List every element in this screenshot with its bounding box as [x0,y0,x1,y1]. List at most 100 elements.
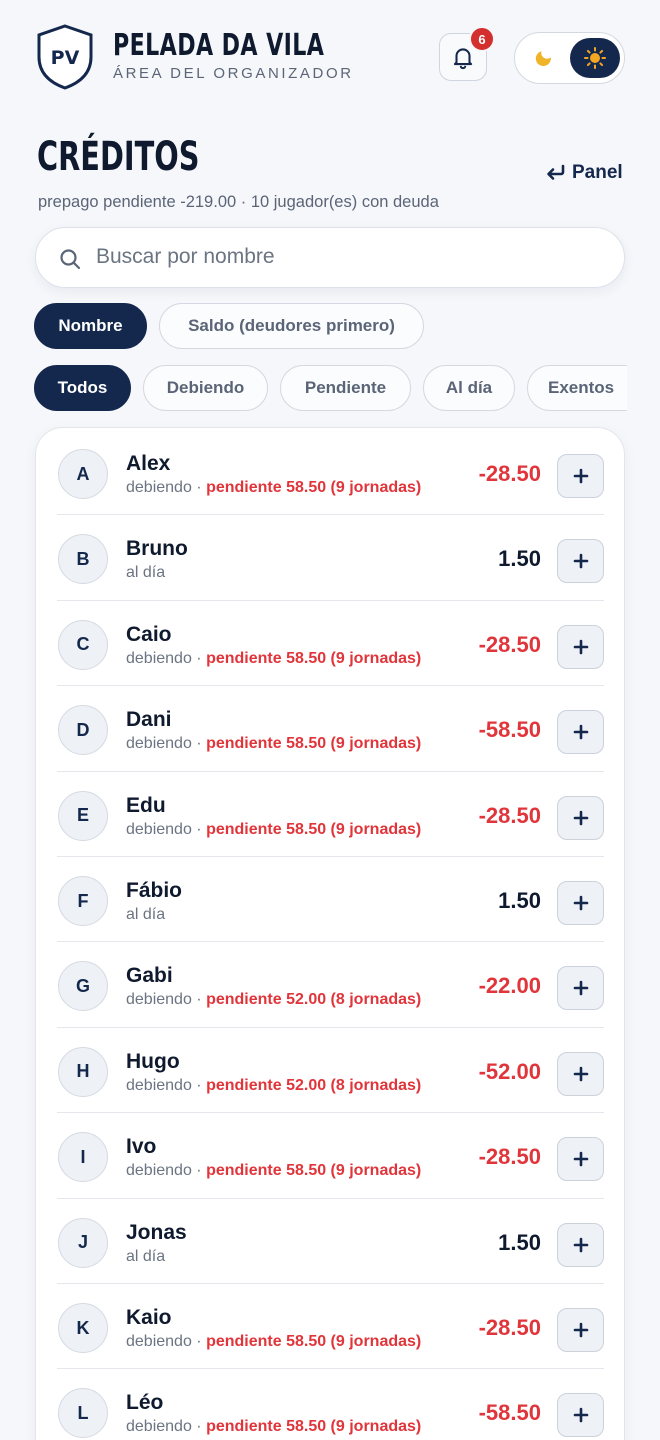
status-label: al día [126,564,166,582]
add-credit-button[interactable] [557,1051,604,1096]
add-credit-button[interactable] [557,624,604,669]
search-icon [60,249,81,270]
add-credit-button[interactable] [557,539,604,584]
player-row[interactable]: C Caio debiendo · pendiente 58.50 (9 jorna… [57,601,604,687]
add-credit-button[interactable] [557,881,604,925]
filter-all-chip[interactable]: Todos [34,365,131,411]
player-balance: 1.50 [498,888,541,913]
player-name: Kaio [126,1306,172,1329]
search-box[interactable] [35,227,625,288]
filter-pending-chip[interactable]: Pendiente [280,365,411,411]
chip-label: Pendiente [304,378,387,397]
chip-label: Nombre [58,316,123,335]
player-row[interactable]: I Ivo debiendo · pendiente 58.50 (9 jornad… [57,1113,604,1199]
pending-amount: pendiente 52.00 (8 jornadas) [206,991,422,1009]
player-row[interactable]: F Fábio al día 1.50 [57,857,604,943]
player-balance: 1.50 [498,546,541,572]
debt-summary: prepago pendiente -219.00 · 10 jugador(e… [38,193,439,211]
player-row[interactable]: D Dani debiendo · pendiente 58.50 (9 jorna… [57,686,604,772]
player-status: debiendo · pendiente 52.00 (8 jornadas) [126,1077,421,1095]
chip-label: Todos [57,378,108,397]
back-to-panel-link[interactable]: Panel [546,160,623,186]
sun-icon[interactable] [570,38,620,78]
status-separator: · [191,1333,207,1350]
add-credit-button[interactable] [557,710,604,755]
player-status: debiendo · pendiente 58.50 (9 jornadas) [126,479,421,497]
player-row[interactable]: B Bruno al día 1.50 [57,515,604,601]
player-name: Léo [126,1391,164,1415]
pending-amount: pendiente 58.50 (9 jornadas) [206,820,422,838]
player-status: al día [126,906,165,924]
brand-title: PELADA DA VILA [113,28,325,63]
player-status: debiendo · pendiente 58.50 (9 jornadas) [126,821,421,839]
player-row[interactable]: K Kaio debiendo · pendiente 58.50 (9 jorna… [57,1284,604,1370]
avatar: B [58,534,108,585]
player-balance: -28.50 [478,461,541,486]
plus-icon [573,639,588,655]
player-row[interactable]: L Léo debiendo · pendiente 58.50 (9 jornad… [57,1369,604,1440]
status-label: al día [126,1247,166,1265]
filter-exempt-chip[interactable]: Exentos [527,365,627,411]
add-credit-button[interactable] [557,1393,604,1438]
plus-icon [573,554,588,569]
player-balance: -28.50 [478,631,541,657]
player-status: debiendo · pendiente 58.50 (9 jornadas) [126,735,421,753]
plus-icon [573,1322,588,1338]
pending-amount: pendiente 52.00 (8 jornadas) [206,1076,422,1094]
add-credit-button[interactable] [557,966,604,1011]
player-name: Ivo [126,1135,157,1159]
filter-owing-chip[interactable]: Debiendo [143,365,268,411]
player-row[interactable]: A Alex debiendo · pendiente 58.50 (9 jorna… [57,430,604,516]
status-separator: · [191,1418,207,1436]
sort-by-name-chip[interactable]: Nombre [34,303,147,349]
filter-chips-scroller[interactable]: Todos Debiendo Pendiente Al día Exentos [0,364,627,412]
status-separator: · [191,1162,207,1180]
avatar: C [58,619,108,670]
player-name: Dani [126,708,172,732]
player-row[interactable]: G Gabi debiendo · pendiente 52.00 (8 jorna… [57,942,604,1028]
theme-toggle[interactable] [514,32,625,84]
search-input[interactable] [96,228,606,286]
status-separator: · [191,735,207,753]
plus-icon [573,468,588,484]
plus-icon [573,810,588,825]
player-row[interactable]: E Edu debiendo · pendiente 58.50 (9 jornad… [57,772,604,857]
add-credit-button[interactable] [557,795,604,840]
plus-icon [573,1408,588,1423]
status-label: debiendo [126,1076,192,1094]
player-balance: -22.00 [478,973,541,999]
moon-icon[interactable] [529,45,557,73]
notification-badge: 6 [469,26,495,52]
player-name: Caio [126,622,172,646]
avatar: L [58,1388,108,1439]
plus-icon [573,1237,588,1252]
avatar: J [58,1217,108,1268]
player-balance: -28.50 [478,1144,541,1170]
add-credit-button[interactable] [557,1137,604,1182]
player-status: debiendo · pendiente 58.50 (9 jornadas) [126,650,421,668]
player-row[interactable]: J Jonas al día 1.50 [57,1199,604,1284]
app-header: PV PELADA DA VILA ÁREA DEL ORGANIZADOR 6 [0,0,660,115]
player-status: debiendo · pendiente 58.50 (9 jornadas) [126,1333,421,1351]
status-label: debiendo [126,735,192,753]
plus-icon [573,895,588,911]
shield-icon: PV [37,24,93,90]
avatar: F [58,876,108,926]
add-credit-button[interactable] [557,454,604,498]
player-name: Alex [126,452,171,475]
plus-icon [573,1151,588,1167]
add-credit-button[interactable] [557,1308,604,1352]
status-separator: · [191,479,207,496]
plus-icon [573,1066,588,1082]
player-balance: 1.50 [498,1229,541,1255]
sort-by-balance-chip[interactable]: Saldo (deudores primero) [159,303,424,349]
status-label: debiendo [126,1162,192,1180]
pending-amount: pendiente 58.50 (9 jornadas) [206,735,422,753]
filter-up-to-date-chip[interactable]: Al día [423,365,515,411]
player-name: Gabi [126,964,173,988]
status-label: debiendo [126,820,192,838]
player-row[interactable]: H Hugo debiendo · pendiente 52.00 (8 jorna… [57,1028,604,1114]
chip-label: Al día [445,378,493,397]
page-title: CRÉDITOS [37,134,200,180]
add-credit-button[interactable] [557,1222,604,1267]
